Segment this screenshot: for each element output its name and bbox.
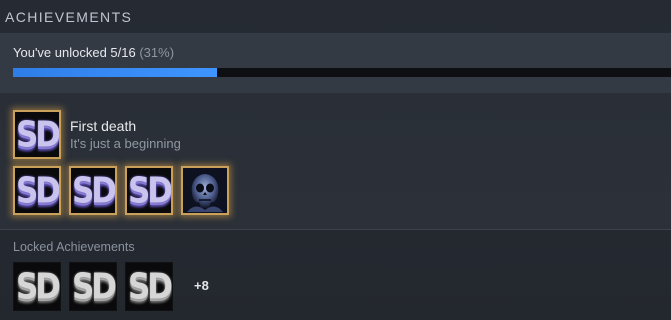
- unlocked-achievement-icon[interactable]: SD: [13, 166, 61, 215]
- locked-achievement-icon[interactable]: SD: [69, 262, 117, 311]
- sd-logo-icon: SD: [71, 169, 115, 212]
- sd-logo-icon: SD: [15, 113, 59, 156]
- locked-achievement-icon[interactable]: SD: [125, 262, 173, 311]
- sd-logo-icon: SD: [71, 265, 116, 308]
- sd-logo-icon: SD: [15, 265, 60, 308]
- progress-panel: You've unlocked 5/16 (31%): [0, 33, 671, 93]
- progress-bar-fill: [13, 68, 217, 77]
- unlocked-achievement-icon[interactable]: [181, 166, 229, 215]
- achievement-title: First death: [70, 118, 137, 134]
- featured-achievement-icon[interactable]: SD: [13, 110, 61, 159]
- locked-achievement-icon[interactable]: SD: [13, 262, 61, 311]
- achievements-page: ACHIEVEMENTS You've unlocked 5/16 (31%) …: [0, 0, 671, 320]
- more-locked-count[interactable]: +8: [194, 278, 209, 293]
- section-title: ACHIEVEMENTS: [5, 9, 133, 25]
- sd-logo-icon: SD: [127, 169, 171, 212]
- divider: [0, 229, 671, 230]
- progress-label: You've unlocked 5/16: [13, 45, 136, 60]
- progress-bar: [13, 68, 671, 77]
- locked-achievements-title: Locked Achievements: [13, 240, 135, 254]
- sd-logo-icon: SD: [127, 265, 172, 308]
- progress-text: You've unlocked 5/16 (31%): [13, 45, 174, 60]
- unlocked-achievement-icon[interactable]: SD: [69, 166, 117, 215]
- skull-icon: [183, 168, 227, 213]
- unlocked-achievement-icon[interactable]: SD: [125, 166, 173, 215]
- progress-percent: (31%): [139, 45, 175, 60]
- achievement-description: It's just a beginning: [70, 136, 181, 151]
- sd-logo-icon: SD: [15, 169, 59, 212]
